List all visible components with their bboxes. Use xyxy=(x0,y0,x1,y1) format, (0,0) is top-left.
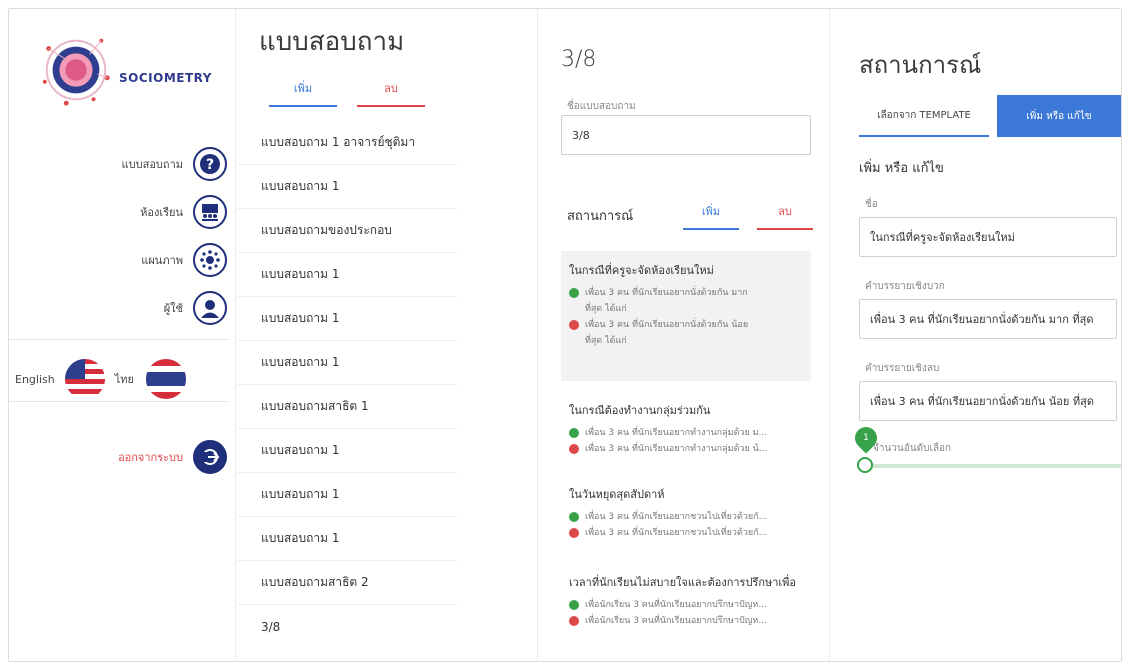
logout-label: ออกจากระบบ xyxy=(118,451,183,464)
list-item[interactable]: แบบสอบถาม 1 xyxy=(237,165,457,209)
name-field-label: ชื่อแบบสอบถาม xyxy=(567,101,636,112)
logout-icon xyxy=(193,440,227,474)
questionnaire-detail: 3/8 ชื่อแบบสอบถาม 3/8 สถานการณ์ เพิ่ม ลบ… xyxy=(539,9,829,661)
questionnaire-actions: เพิ่ม ลบ xyxy=(269,79,425,107)
sidebar-item-classroom[interactable]: ห้องเรียน xyxy=(140,195,227,229)
column-divider xyxy=(537,9,538,661)
scenario-negative: เพื่อน 3 คน ที่นักเรียนอยากชวนไปเที่ยวด้… xyxy=(585,528,768,538)
positive-label: คำบรรยายเชิงบวก xyxy=(865,281,945,292)
lang-thai-label: ไทย xyxy=(114,373,134,386)
column-divider xyxy=(829,9,830,661)
user-icon xyxy=(193,291,227,325)
scenario-title: ในวันหยุดสุดสัปดาห์ xyxy=(569,488,665,501)
scenario-positive: เพื่อนักเรียน 3 คนที่นักเรียนอยากปรึกษาป… xyxy=(585,600,767,610)
negative-description-input[interactable]: เพื่อน 3 คน ที่นักเรียนอยากนั่งด้วยกัน น… xyxy=(859,381,1117,421)
sidebar-item-label: แผนภาพ xyxy=(141,254,183,267)
plus-icon xyxy=(569,428,579,438)
positive-description-input[interactable]: เพื่อน 3 คน ที่นักเรียนอยากนั่งด้วยกัน ม… xyxy=(859,299,1117,339)
list-item[interactable]: แบบสอบถาม 1 xyxy=(237,341,457,385)
delete-scenario-button[interactable]: ลบ xyxy=(757,202,813,230)
slider-value: 1 xyxy=(863,433,869,443)
name-label: ชื่อ xyxy=(865,199,878,210)
scenario-positive-cont: ที่สุด ได้แก่ xyxy=(585,304,627,314)
us-flag-icon[interactable] xyxy=(64,359,105,399)
scenario-negative-cont: ที่สุด ได้แก่ xyxy=(585,336,627,346)
list-item[interactable]: แบบสอบถาม 1 xyxy=(237,517,457,561)
scenario-negative: เพื่อนักเรียน 3 คนที่นักเรียนอยากปรึกษาป… xyxy=(585,616,767,626)
plus-icon xyxy=(569,512,579,522)
plus-icon xyxy=(569,600,579,610)
questionnaire-panel: แบบสอบถาม เพิ่ม ลบ แบบสอบถาม 1 อาจารย์ชุ… xyxy=(237,9,537,661)
questionnaire-name-input[interactable]: 3/8 xyxy=(561,115,811,155)
slider-label: จำนวนอันดับเลือก xyxy=(873,443,952,454)
sidebar-item-user[interactable]: ผู้ใช้ xyxy=(164,291,227,325)
scenario-item[interactable]: ในวันหยุดสุดสัปดาห์ เพื่อน 3 คน ที่นักเร… xyxy=(569,485,809,541)
svg-text:?: ? xyxy=(206,157,214,173)
list-item[interactable]: แบบสอบถาม 1 xyxy=(237,429,457,473)
add-scenario-button[interactable]: เพิ่ม xyxy=(683,202,739,230)
scenario-positive: เพื่อน 3 คน ที่นักเรียนอยากทำงานกลุ่มด้ว… xyxy=(585,428,768,438)
logout-button[interactable]: ออกจากระบบ xyxy=(118,440,227,474)
plus-icon xyxy=(569,288,579,298)
sidebar-divider xyxy=(9,339,229,340)
minus-icon xyxy=(569,528,579,538)
app-window: SOCIOMETRY แบบสอบถาม ? ห้องเรียน แผนภาพ … xyxy=(8,8,1122,662)
sidebar-item-label: แบบสอบถาม xyxy=(121,158,183,171)
sociometry-logo xyxy=(42,38,110,106)
scenario-negative: เพื่อน 3 คน ที่นักเรียนอยากทำงานกลุ่มด้ว… xyxy=(585,444,768,454)
list-item[interactable]: แบบสอบถามของประกอบ xyxy=(237,209,457,253)
list-item[interactable]: แบบสอบถามสาธิต 1 xyxy=(237,385,457,429)
tab-template[interactable]: เลือกจาก TEMPLATE xyxy=(859,95,989,137)
brand-name: SOCIOMETRY xyxy=(119,71,212,85)
detail-title: 3/8 xyxy=(561,47,597,72)
questionnaire-title: แบบสอบถาม xyxy=(259,27,405,57)
editor-title: สถานการณ์ xyxy=(859,51,982,79)
scenario-actions: เพิ่ม ลบ xyxy=(683,202,813,230)
sidebar-item-label: ผู้ใช้ xyxy=(163,302,183,315)
editor-subtitle: เพิ่ม หรือ แก้ไข xyxy=(859,161,944,176)
slider-track[interactable] xyxy=(859,464,1121,468)
minus-icon xyxy=(569,320,579,330)
scenario-name-input[interactable]: ในกรณีที่ครูจะจัดห้องเรียนใหม่ xyxy=(859,217,1117,257)
minus-icon xyxy=(569,616,579,626)
scenarios-heading: สถานการณ์ xyxy=(567,209,634,224)
scenario-positive: เพื่อน 3 คน ที่นักเรียนอยากชวนไปเที่ยวด้… xyxy=(585,512,768,522)
negative-label: คำบรรยายเชิงลบ xyxy=(865,363,940,374)
minus-icon xyxy=(569,444,579,454)
scenario-positive: เพื่อน 3 คน ที่นักเรียนอยากนั่งด้วยกัน ม… xyxy=(585,288,748,298)
sidebar-divider xyxy=(9,401,229,402)
sidebar-item-questionnaire[interactable]: แบบสอบถาม ? xyxy=(122,147,227,181)
list-item[interactable]: 3/8 xyxy=(237,605,457,648)
list-item[interactable]: แบบสอบถาม 1 xyxy=(237,253,457,297)
tab-add-edit[interactable]: เพิ่ม หรือ แก้ไข xyxy=(997,95,1121,137)
question-icon: ? xyxy=(193,147,227,181)
sidebar-item-diagram[interactable]: แผนภาพ xyxy=(141,243,227,277)
scenario-negative: เพื่อน 3 คน ที่นักเรียนอยากนั่งด้วยกัน น… xyxy=(585,320,749,330)
delete-questionnaire-button[interactable]: ลบ xyxy=(357,79,425,107)
network-icon xyxy=(193,243,227,277)
slider-handle[interactable] xyxy=(857,457,873,473)
list-item[interactable]: แบบสอบถาม 1 xyxy=(237,473,457,517)
scenario-item[interactable]: เวลาที่นักเรียนไม่สบายใจและต้องการปรึกษา… xyxy=(569,573,809,629)
classroom-icon xyxy=(193,195,227,229)
questionnaire-list: แบบสอบถาม 1 อาจารย์ชุติมา แบบสอบถาม 1 แบ… xyxy=(237,121,457,648)
list-item[interactable]: แบบสอบถามสาธิต 2 xyxy=(237,561,457,605)
add-questionnaire-button[interactable]: เพิ่ม xyxy=(269,79,337,107)
scenario-item[interactable]: ในกรณีต้องทำงานกลุ่มร่วมกัน เพื่อน 3 คน … xyxy=(569,401,809,457)
scenario-title: ในกรณีที่ครูจะจัดห้องเรียนใหม่ xyxy=(569,264,714,277)
scenario-title: ในกรณีต้องทำงานกลุ่มร่วมกัน xyxy=(569,404,711,417)
language-switcher: English ไทย xyxy=(15,359,186,399)
lang-english-label: English xyxy=(15,372,55,386)
scenario-title: เวลาที่นักเรียนไม่สบายใจและต้องการปรึกษา… xyxy=(569,576,797,589)
scenario-editor: สถานการณ์ เลือกจาก TEMPLATE เพิ่ม หรือ แ… xyxy=(831,9,1121,661)
list-item[interactable]: แบบสอบถาม 1 xyxy=(237,297,457,341)
sidebar-item-label: ห้องเรียน xyxy=(140,206,183,219)
sidebar: SOCIOMETRY แบบสอบถาม ? ห้องเรียน แผนภาพ … xyxy=(9,9,235,661)
scenario-item[interactable]: ในกรณีที่ครูจะจัดห้องเรียนใหม่ เพื่อน 3 … xyxy=(569,261,809,349)
column-divider xyxy=(235,9,236,661)
thai-flag-icon[interactable] xyxy=(145,359,186,399)
list-item[interactable]: แบบสอบถาม 1 อาจารย์ชุติมา xyxy=(237,121,457,165)
